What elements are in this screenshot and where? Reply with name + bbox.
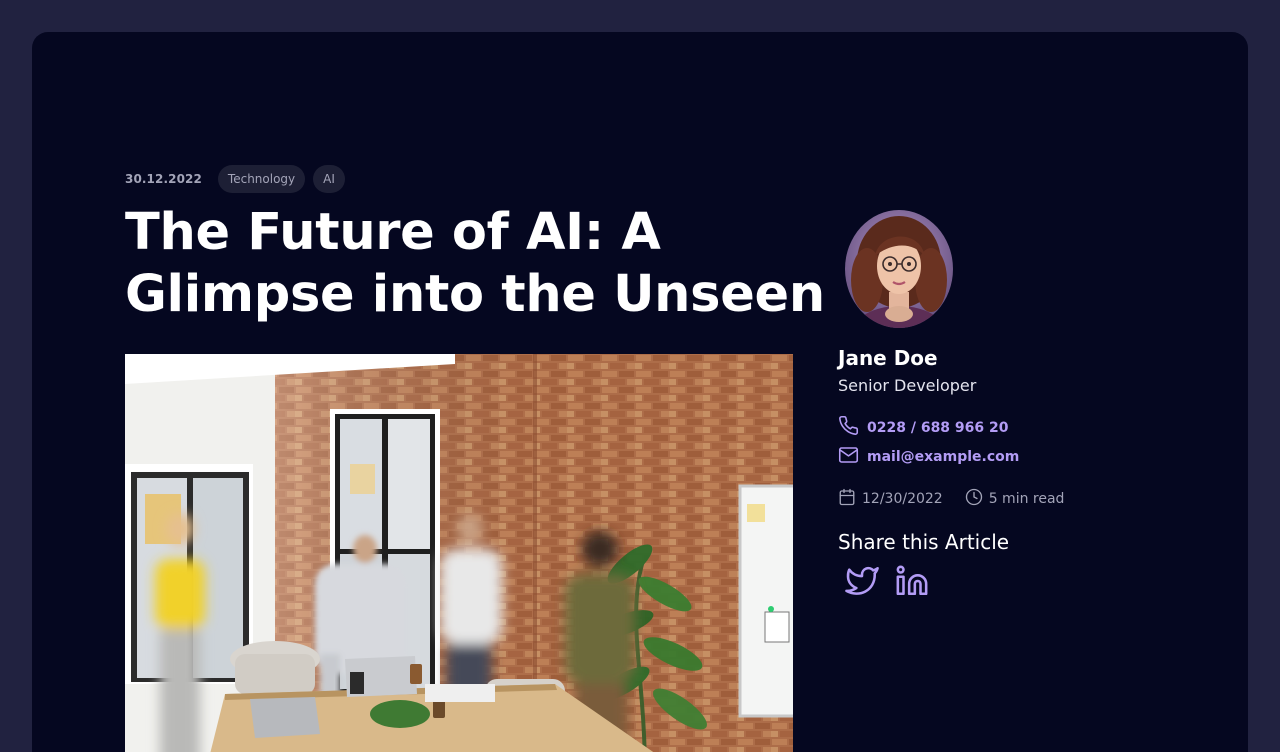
article-date: 30.12.2022 — [125, 172, 202, 186]
publish-date: 12/30/2022 — [838, 488, 943, 510]
clock-icon — [965, 488, 983, 510]
author-name: Jane Doe — [838, 346, 938, 370]
read-time: 5 min read — [965, 488, 1065, 510]
author-role: Senior Developer — [838, 376, 977, 395]
author-phone: 0228 / 688 966 20 — [867, 419, 1009, 436]
linkedin-icon[interactable] — [894, 564, 930, 602]
publish-date-text: 12/30/2022 — [862, 491, 943, 507]
tag-technology[interactable]: Technology — [217, 165, 306, 193]
author-avatar — [845, 210, 953, 328]
calendar-icon — [838, 488, 856, 510]
read-time-text: 5 min read — [988, 491, 1065, 507]
share-heading: Share this Article — [838, 530, 1010, 554]
mail-icon — [838, 446, 859, 468]
share-buttons — [844, 564, 1178, 602]
author-email-link[interactable]: mail@example.com — [838, 446, 1178, 468]
twitter-icon[interactable] — [844, 564, 880, 602]
hero-image — [125, 354, 793, 752]
author-email: mail@example.com — [867, 449, 1020, 465]
tag-ai[interactable]: AI — [313, 165, 345, 193]
article-card: 30.12.2022 Technology AI The Future of A… — [32, 32, 1248, 752]
article-meta: 30.12.2022 Technology AI — [125, 165, 345, 193]
author-sidebar: Jane Doe Senior Developer 0228 / 688 966… — [838, 210, 1178, 602]
article-stats: 12/30/2022 5 min read — [838, 488, 1178, 510]
author-phone-link[interactable]: 0228 / 688 966 20 — [838, 415, 1178, 440]
article-title: The Future of AI: A Glimpse into the Uns… — [125, 203, 825, 324]
phone-icon — [838, 415, 859, 440]
